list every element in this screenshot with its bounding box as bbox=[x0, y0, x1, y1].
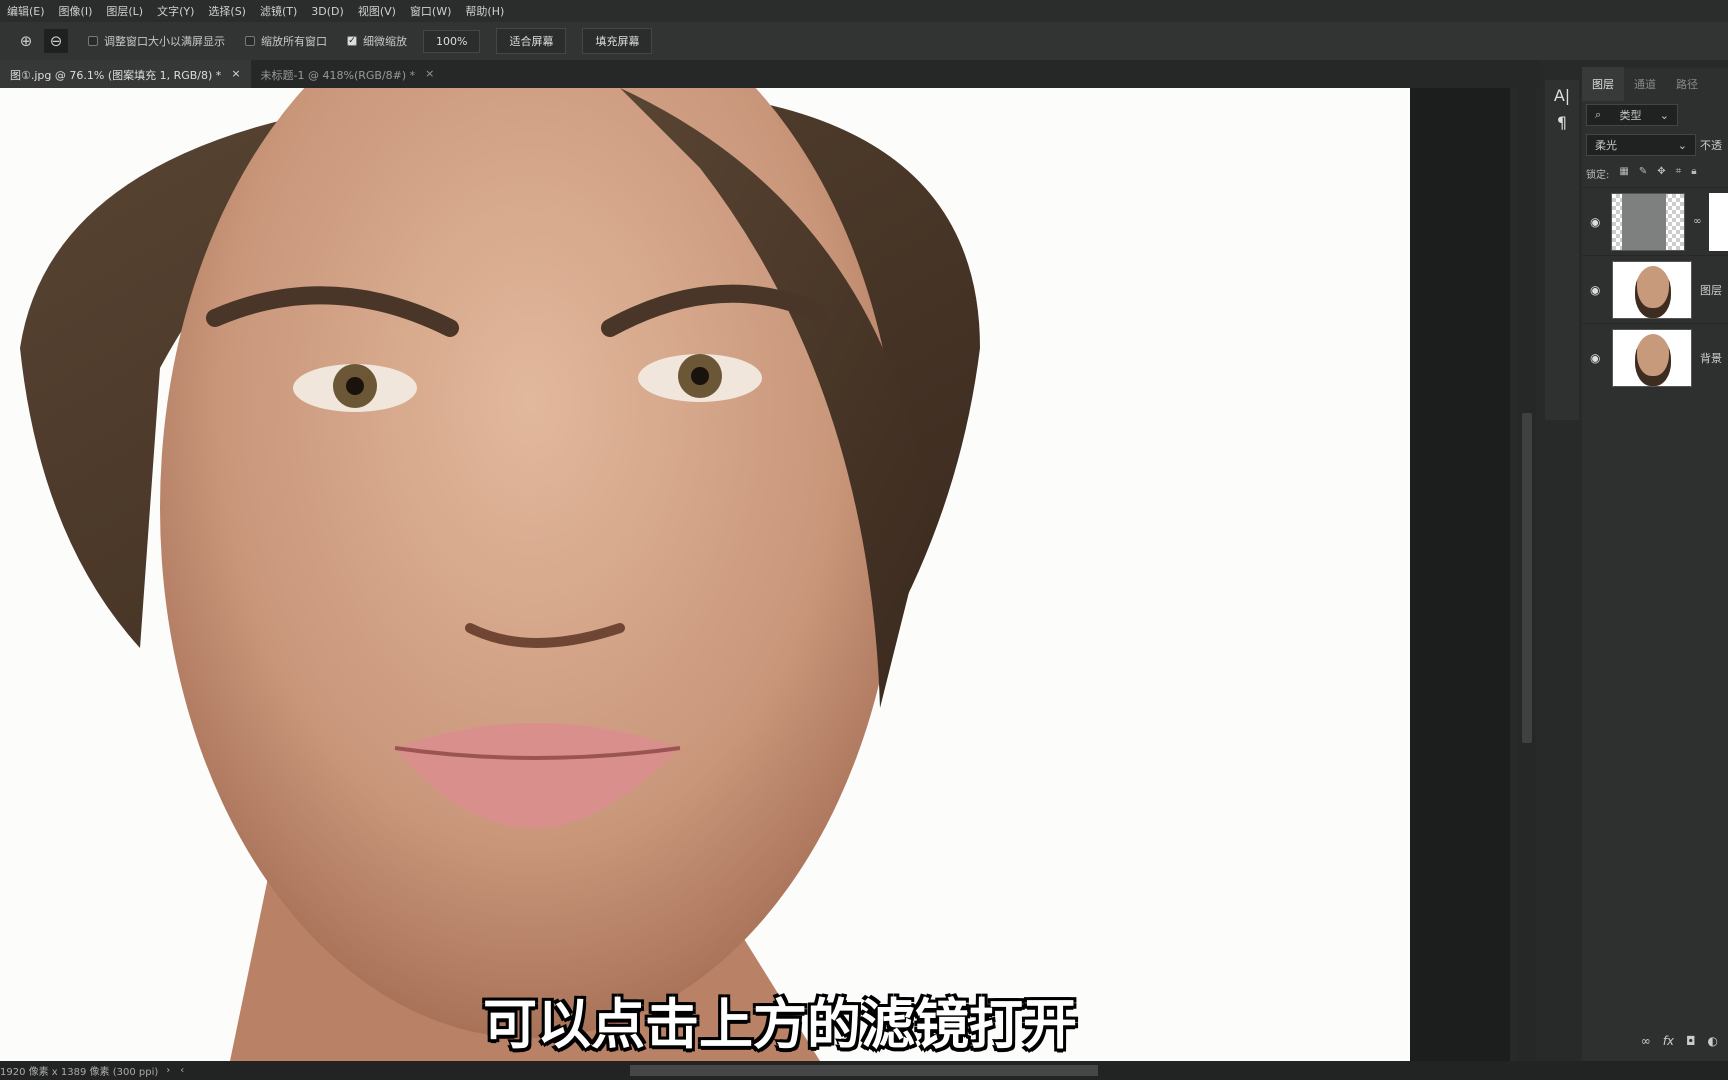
adjustment-icon[interactable]: ◐ bbox=[1708, 1034, 1718, 1048]
character-panel-icon[interactable]: A| bbox=[1554, 86, 1570, 105]
mask-icon[interactable]: ◘ bbox=[1686, 1034, 1696, 1048]
options-bar: ⊕ ⊖ 调整窗口大小以满屏显示 缩放所有窗口 ✓ 细微缩放 100% 适合屏幕 填… bbox=[0, 22, 1728, 60]
lock-icon[interactable]: 🔒︎ bbox=[1691, 166, 1696, 181]
video-subtitle: 可以点击上方的滤镜打开 bbox=[483, 993, 1077, 1056]
eye-icon[interactable]: ◉ bbox=[1590, 215, 1603, 229]
menu-filter[interactable]: 滤镜(T) bbox=[253, 3, 304, 19]
chevron-right-icon[interactable]: › bbox=[166, 1065, 170, 1076]
portrait-photo bbox=[20, 88, 980, 1061]
check-icon[interactable]: ✓ bbox=[347, 36, 357, 46]
fx-icon[interactable]: fx bbox=[1663, 1034, 1674, 1048]
lock-label: 锁定: bbox=[1586, 170, 1610, 181]
layer-row[interactable]: ◉ 图层 bbox=[1582, 255, 1728, 323]
checkbox-label: 缩放所有窗口 bbox=[261, 35, 327, 48]
menu-type[interactable]: 文字(Y) bbox=[150, 3, 201, 19]
search-icon: ⌕ bbox=[1595, 108, 1602, 121]
image-canvas[interactable] bbox=[0, 88, 1410, 1061]
menu-help[interactable]: 帮助(H) bbox=[458, 3, 511, 19]
tab-document-1[interactable]: 图①.jpg @ 76.1% (图案填充 1, RGB/8) * × bbox=[0, 60, 251, 88]
layer-thumbnail bbox=[1612, 328, 1692, 387]
layer-row-pattern-fill[interactable]: ◉ ∞ bbox=[1582, 187, 1728, 255]
blend-mode-value: 柔光 bbox=[1595, 139, 1617, 152]
document-info[interactable]: 1920 像素 x 1389 像素 (300 ppi) bbox=[0, 1063, 158, 1078]
lock-brush-icon[interactable]: ✎ bbox=[1639, 166, 1647, 181]
tab-label: 未标题-1 @ 418%(RGB/8#) * bbox=[260, 69, 416, 82]
close-icon[interactable]: × bbox=[231, 67, 240, 81]
close-icon[interactable]: × bbox=[425, 67, 434, 81]
zoom-in-icon[interactable]: ⊕ bbox=[14, 29, 38, 53]
menu-select[interactable]: 选择(S) bbox=[201, 3, 253, 19]
paragraph-panel-icon[interactable]: ¶ bbox=[1557, 113, 1567, 132]
link-icon: ∞ bbox=[1693, 216, 1702, 227]
zoom-out-icon[interactable]: ⊖ bbox=[44, 29, 68, 53]
menu-image[interactable]: 图像(I) bbox=[52, 3, 100, 19]
tab-paths[interactable]: 路径 bbox=[1666, 76, 1708, 92]
tab-layers[interactable]: 图层 bbox=[1582, 67, 1624, 101]
link-layers-icon[interactable]: ∞ bbox=[1641, 1034, 1651, 1048]
layers-panel: 图层 通道 路径 ⌕ 类型 ⌄ 柔光 ⌄ 不透 锁定: ▦ ✎ ✥ ⌗ 🔒︎ ◉ ∞ ◉ 图层 … bbox=[1582, 67, 1728, 1068]
lock-move-icon[interactable]: ✥ bbox=[1657, 166, 1665, 181]
layer-mask-thumbnail bbox=[1709, 192, 1728, 251]
pasteboard bbox=[1410, 88, 1510, 1061]
layer-filter-select[interactable]: ⌕ 类型 ⌄ bbox=[1586, 104, 1678, 126]
filter-value: 类型 bbox=[1619, 109, 1642, 122]
document-tabs: 图①.jpg @ 76.1% (图案填充 1, RGB/8) * × 未标题-1 … bbox=[0, 60, 1540, 88]
menu-bar: 编辑(E) 图像(I) 图层(L) 文字(Y) 选择(S) 滤镜(T) 3D(D… bbox=[0, 0, 1728, 22]
checkbox-label: 细微缩放 bbox=[363, 35, 407, 48]
scrubby-zoom-checkbox[interactable]: ✓ 细微缩放 bbox=[347, 33, 407, 49]
opacity-label: 不透 bbox=[1700, 139, 1722, 152]
lock-artboard-icon[interactable]: ⌗ bbox=[1676, 166, 1682, 181]
horizontal-scrollbar-thumb[interactable] bbox=[630, 1065, 1098, 1076]
layer-thumbnail bbox=[1612, 260, 1692, 319]
layer-row-background[interactable]: ◉ 背景 bbox=[1582, 323, 1728, 391]
chevron-down-icon: ⌄ bbox=[1677, 138, 1687, 152]
scrollbar-thumb[interactable] bbox=[1522, 413, 1532, 743]
menu-window[interactable]: 窗口(W) bbox=[403, 3, 458, 19]
tab-document-2[interactable]: 未标题-1 @ 418%(RGB/8#) * × bbox=[251, 60, 445, 88]
menu-3d[interactable]: 3D(D) bbox=[304, 5, 351, 18]
zoom-level-field[interactable]: 100% bbox=[423, 29, 481, 53]
vertical-scrollbar[interactable] bbox=[1518, 88, 1536, 1061]
eye-icon[interactable]: ◉ bbox=[1590, 283, 1604, 297]
tab-label: 图①.jpg @ 76.1% (图案填充 1, RGB/8) * bbox=[10, 69, 222, 82]
menu-layer[interactable]: 图层(L) bbox=[99, 3, 150, 19]
zoom-all-checkbox[interactable]: 缩放所有窗口 bbox=[245, 33, 327, 49]
tab-channels[interactable]: 通道 bbox=[1624, 76, 1666, 92]
chevron-down-icon: ⌄ bbox=[1659, 108, 1669, 122]
collapsed-panels: A| ¶ bbox=[1545, 80, 1579, 420]
layer-name[interactable]: 背景 bbox=[1700, 350, 1722, 366]
checkbox-box[interactable] bbox=[245, 36, 255, 46]
fill-screen-button[interactable]: 填充屏幕 bbox=[582, 28, 653, 54]
scroll-left-icon[interactable]: ‹ bbox=[180, 1065, 184, 1076]
layer-thumbnail bbox=[1610, 192, 1686, 251]
menu-edit[interactable]: 编辑(E) bbox=[0, 3, 52, 19]
layer-name[interactable]: 图层 bbox=[1700, 282, 1722, 298]
checkbox-box[interactable] bbox=[88, 36, 98, 46]
lock-transparent-icon[interactable]: ▦ bbox=[1619, 166, 1628, 181]
checkbox-label: 调整窗口大小以满屏显示 bbox=[104, 35, 225, 48]
resize-windows-checkbox[interactable]: 调整窗口大小以满屏显示 bbox=[88, 33, 225, 49]
menu-view[interactable]: 视图(V) bbox=[351, 3, 403, 19]
blend-mode-select[interactable]: 柔光 ⌄ bbox=[1586, 134, 1696, 156]
fit-screen-button[interactable]: 适合屏幕 bbox=[496, 28, 567, 54]
eye-icon[interactable]: ◉ bbox=[1590, 351, 1604, 365]
